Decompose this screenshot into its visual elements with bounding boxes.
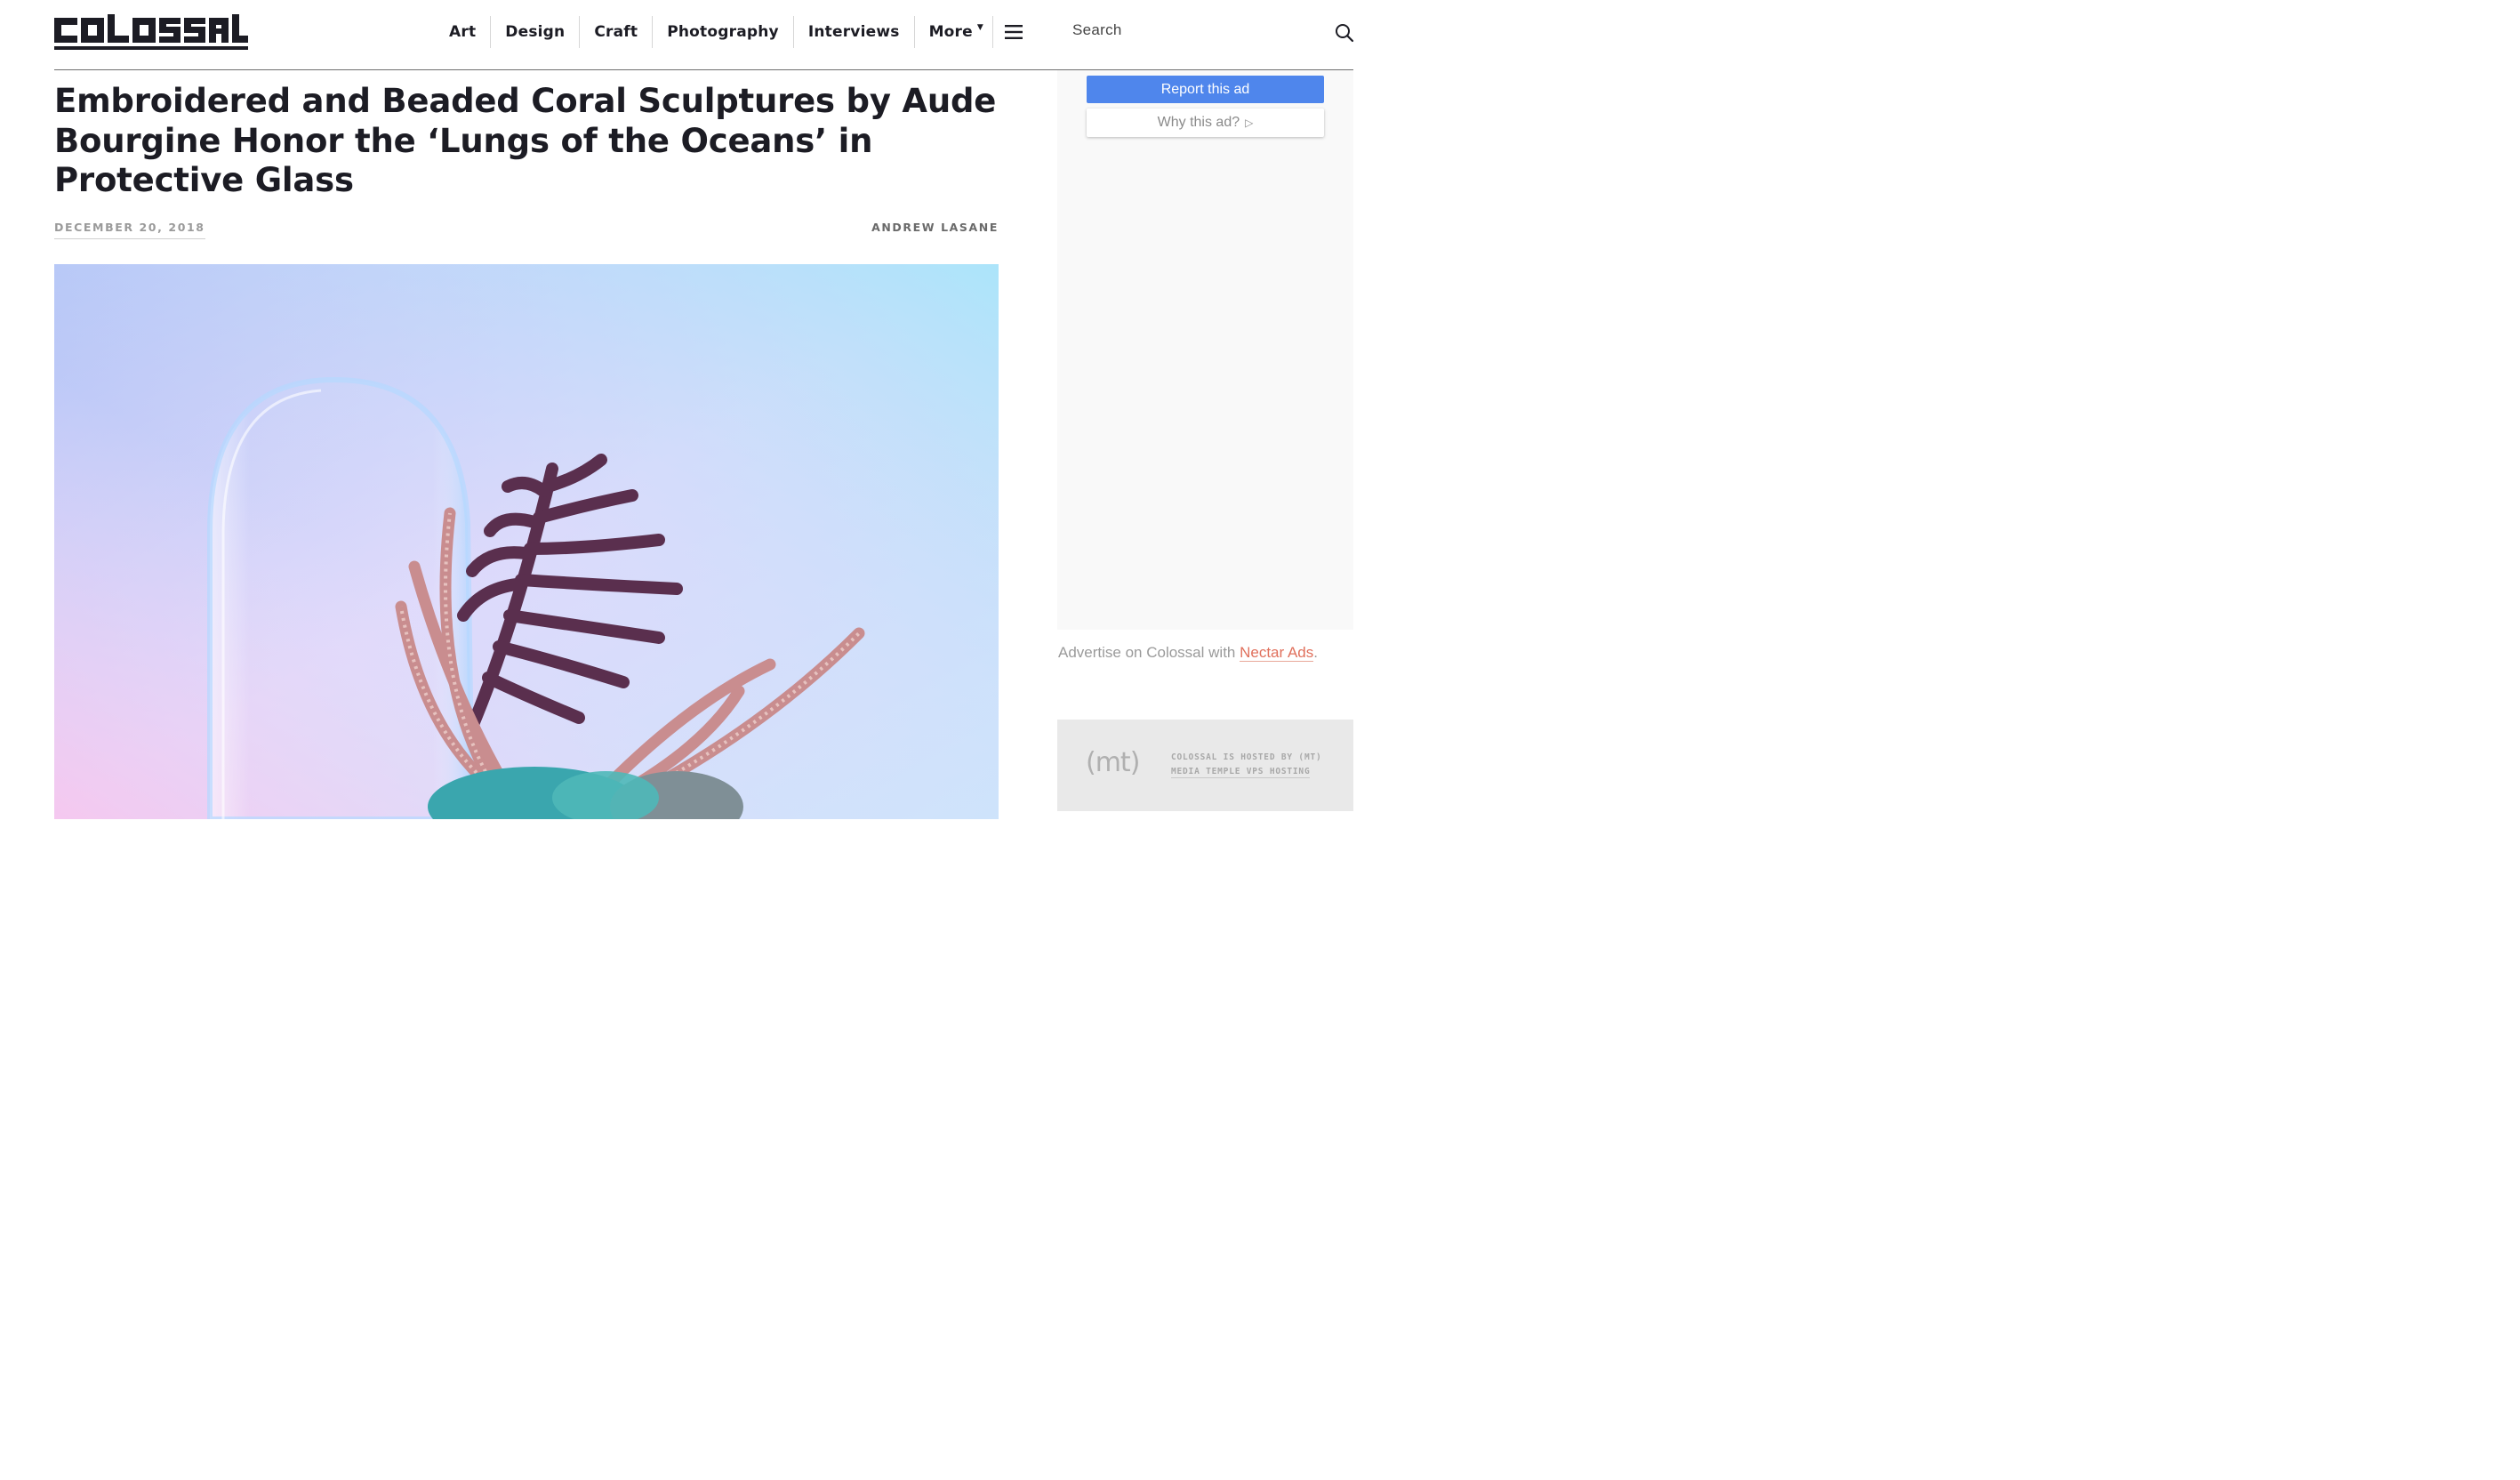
why-this-ad-label: Why this ad? [1157, 115, 1240, 130]
media-temple-link[interactable]: MEDIA TEMPLE VPS HOSTING [1171, 767, 1311, 778]
caret-down-icon: ▼ [976, 23, 983, 32]
hamburger-menu-button[interactable] [993, 16, 1034, 48]
site-header: Art Design Craft Photography Interviews … [54, 0, 1354, 70]
nav-art[interactable]: Art [435, 16, 492, 48]
adchoices-play-icon: ▷ [1245, 117, 1254, 129]
nav-photography-label: Photography [667, 23, 779, 41]
nav-interviews-label: Interviews [807, 23, 900, 41]
hamburger-icon [1005, 25, 1023, 39]
article-date[interactable]: DECEMBER 20, 2018 [54, 221, 205, 239]
nav-craft-label: Craft [594, 23, 638, 41]
main-nav: Art Design Craft Photography Interviews … [435, 16, 1034, 48]
nav-more-dropdown[interactable]: More ▼ [915, 16, 993, 48]
report-ad-button[interactable]: Report this ad [1087, 76, 1324, 103]
hero-image [54, 264, 999, 819]
nav-design[interactable]: Design [491, 16, 581, 48]
nav-interviews[interactable]: Interviews [794, 16, 915, 48]
nav-art-label: Art [449, 23, 477, 41]
nav-more-label: More [928, 23, 973, 41]
colossal-logo[interactable] [54, 11, 248, 53]
ad-container [1057, 70, 1353, 630]
nav-craft[interactable]: Craft [580, 16, 654, 48]
nav-photography[interactable]: Photography [653, 16, 794, 48]
article-author[interactable]: ANDREW LASANE [871, 221, 999, 234]
why-this-ad-button[interactable]: Why this ad? ▷ [1087, 109, 1324, 137]
advertise-text: Advertise on Colossal with Nectar Ads. [1058, 644, 1318, 662]
search-icon[interactable] [1335, 23, 1354, 43]
coral-sculpture-photo [54, 264, 999, 819]
article-title: Embroidered and Beaded Coral Sculptures … [54, 82, 997, 199]
media-temple-logo[interactable]: (mt) [1086, 747, 1140, 778]
hosted-by-text: COLOSSAL IS HOSTED BY (MT) [1171, 752, 1322, 762]
nectar-ads-link[interactable]: Nectar Ads [1240, 644, 1314, 662]
advertise-suffix: . [1313, 644, 1318, 661]
advertise-prefix: Advertise on Colossal with [1058, 644, 1240, 661]
nav-design-label: Design [505, 23, 566, 41]
search-input[interactable]: Search [1072, 21, 1122, 39]
